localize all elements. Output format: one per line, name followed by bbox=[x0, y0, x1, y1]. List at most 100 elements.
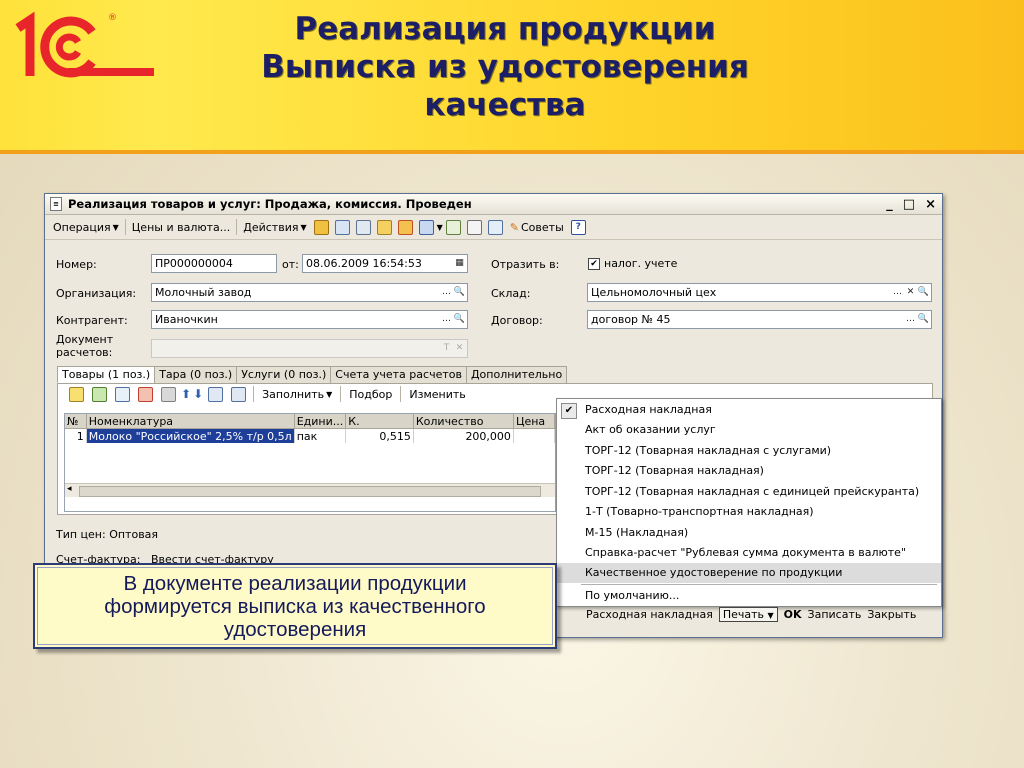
maximize-button[interactable]: □ bbox=[903, 197, 915, 212]
menu-item-waybill[interactable]: ✔ Расходная накладная bbox=[557, 400, 941, 420]
date-value: 08.06.2009 16:54:53 bbox=[306, 257, 422, 270]
selection-button[interactable]: Подбор bbox=[345, 388, 396, 401]
tab-additional[interactable]: Дополнительно bbox=[465, 366, 568, 383]
warehouse-field[interactable]: Цельномолочный цех … ✕ 🔍 bbox=[587, 283, 932, 302]
save-button[interactable]: Записать bbox=[808, 608, 862, 621]
contract-field[interactable]: договор № 45 … 🔍 bbox=[587, 310, 932, 329]
edit-row-icon[interactable] bbox=[115, 386, 130, 402]
menu-item-torg12-services[interactable]: ТОРГ-12 (Товарная накладная с услугами) bbox=[557, 441, 941, 461]
contractor-field[interactable]: Иваночкин … 🔍 bbox=[151, 310, 468, 329]
change-button[interactable]: Изменить bbox=[405, 388, 469, 401]
tab-goods[interactable]: Товары (1 поз.) bbox=[57, 366, 156, 383]
tax-accounting-checkbox[interactable]: ✔ налог. учете bbox=[588, 257, 677, 270]
structure-icon[interactable] bbox=[397, 219, 413, 235]
menu-item-1t-ttn[interactable]: 1-Т (Товарно-транспортная накладная) bbox=[557, 502, 941, 522]
post-document-icon[interactable] bbox=[313, 219, 329, 235]
slide-title-line-1: Реализация продукции bbox=[294, 11, 716, 47]
tab-services[interactable]: Услуги (0 поз.) bbox=[236, 366, 332, 383]
select-ellipsis-icon[interactable]: … bbox=[440, 312, 453, 327]
ok-button[interactable]: OK bbox=[784, 608, 802, 621]
unpost-document-icon[interactable] bbox=[334, 219, 350, 235]
help-icon[interactable]: ? bbox=[570, 219, 586, 235]
date-field[interactable]: 08.06.2009 16:54:53 ▦ bbox=[302, 254, 468, 273]
actions-menu-button[interactable]: Действия ▼ bbox=[239, 221, 310, 234]
scrollbar-thumb[interactable] bbox=[79, 486, 541, 497]
fill-menu-button[interactable]: Заполнить ▼ bbox=[258, 388, 336, 401]
sort-desc-icon[interactable] bbox=[231, 386, 247, 402]
menu-item-services-act[interactable]: Акт об оказании услуг bbox=[557, 420, 941, 440]
menu-item-torg12[interactable]: ТОРГ-12 (Товарная накладная) bbox=[557, 461, 941, 481]
organization-field[interactable]: Молочный завод … 🔍 bbox=[151, 283, 468, 302]
tips-button[interactable]: ✎ Советы bbox=[506, 221, 568, 234]
table-header-row: № Номенклатура Едини... К. Количество Це… bbox=[65, 414, 555, 429]
tab-settlement-accounts[interactable]: Счета учета расчетов bbox=[330, 366, 467, 383]
close-button[interactable]: × bbox=[925, 197, 936, 212]
movements-icon[interactable] bbox=[376, 219, 392, 235]
copy-document-icon[interactable] bbox=[355, 219, 371, 235]
select-ellipsis-icon[interactable]: … bbox=[904, 312, 917, 327]
number-field[interactable]: ПР000000004 bbox=[151, 254, 277, 273]
cell-quantity[interactable]: 200,000 bbox=[413, 428, 514, 443]
copy-row-icon[interactable] bbox=[92, 386, 107, 402]
open-magnifier-icon[interactable]: 🔍 bbox=[917, 312, 930, 327]
cell-nomenclature[interactable]: Молоко "Российское" 2,5% т/р 0,5л bbox=[86, 428, 295, 443]
add-row-icon[interactable] bbox=[69, 386, 84, 402]
move-down-icon[interactable]: ⬇ bbox=[193, 387, 203, 401]
horizontal-scrollbar[interactable]: ◂ bbox=[65, 483, 555, 497]
column-header-unit[interactable]: Едини... bbox=[294, 414, 347, 429]
scroll-left-icon[interactable]: ◂ bbox=[67, 484, 72, 494]
menu-item-m15[interactable]: М-15 (Накладная) bbox=[557, 523, 941, 543]
column-header-number[interactable]: № bbox=[65, 414, 87, 429]
cell-coefficient[interactable]: 0,515 bbox=[345, 428, 414, 443]
main-toolbar: Операция ▼ Цены и валюта... Действия ▼ ▼ ✎… bbox=[45, 215, 942, 240]
column-header-nomenclature[interactable]: Номенклатура bbox=[86, 414, 295, 429]
toolbar-separator bbox=[236, 219, 238, 235]
waybill-button[interactable]: Расходная накладная bbox=[586, 608, 713, 621]
open-magnifier-icon[interactable]: 🔍 bbox=[453, 285, 466, 300]
end-edit-icon[interactable] bbox=[161, 386, 176, 402]
open-magnifier-icon[interactable]: 🔍 bbox=[453, 312, 466, 327]
clear-x-icon[interactable]: ✕ bbox=[904, 285, 917, 300]
contract-label: Договор: bbox=[491, 314, 543, 327]
callout-inner-border: В документе реализации продукции формиру… bbox=[37, 567, 553, 645]
date-from-label: от: bbox=[282, 258, 299, 271]
sort-asc-icon[interactable] bbox=[208, 386, 224, 402]
column-header-price[interactable]: Цена bbox=[513, 414, 555, 429]
tab-containers[interactable]: Тара (0 поз.) bbox=[154, 366, 238, 383]
open-magnifier-icon[interactable]: 🔍 bbox=[917, 285, 930, 300]
select-ellipsis-icon[interactable]: … bbox=[440, 285, 453, 300]
menu-item-default[interactable]: По умолчанию... bbox=[557, 586, 941, 606]
spelling-icon[interactable] bbox=[445, 219, 461, 235]
menu-item-torg12-price-unit[interactable]: ТОРГ-12 (Товарная накладная с единицей п… bbox=[557, 482, 941, 502]
calendar-icon[interactable]: ▦ bbox=[453, 256, 466, 271]
print-menu-button[interactable]: Печать ▼ bbox=[718, 607, 778, 622]
select-ellipsis-icon[interactable]: … bbox=[891, 285, 904, 300]
table-row[interactable]: 1 Молоко "Российское" 2,5% т/р 0,5л пак … bbox=[65, 428, 555, 443]
menu-item-quality-certificate[interactable]: Качественное удостоверение по продукции bbox=[557, 563, 941, 583]
1c-logo: ® bbox=[15, 11, 154, 78]
hierarchy-icon[interactable] bbox=[487, 219, 503, 235]
print-dropdown-menu: ✔ Расходная накладная Акт об оказании усл… bbox=[556, 398, 942, 607]
menu-item-ruble-sum-reference[interactable]: Справка-расчет "Рублевая сумма документа… bbox=[557, 543, 941, 563]
cell-unit[interactable]: пак bbox=[294, 428, 347, 443]
column-header-quantity[interactable]: Количество bbox=[413, 414, 514, 429]
delete-row-icon[interactable] bbox=[138, 386, 153, 402]
column-header-coefficient[interactable]: К. bbox=[345, 414, 414, 429]
checkmark-icon: ✔ bbox=[561, 403, 577, 419]
settlement-document-field[interactable]: T ✕ bbox=[151, 339, 468, 358]
window-titlebar[interactable]: ≡ Реализация товаров и услуг: Продажа, к… bbox=[45, 194, 942, 215]
move-up-icon[interactable]: ⬆ bbox=[181, 387, 191, 401]
checkbox-checked-icon: ✔ bbox=[588, 258, 600, 270]
enter-based-on-icon[interactable] bbox=[418, 219, 434, 235]
cell-price[interactable] bbox=[513, 428, 555, 443]
close-form-button[interactable]: Закрыть bbox=[867, 608, 916, 621]
goods-table[interactable]: № Номенклатура Едини... К. Количество Це… bbox=[64, 413, 556, 512]
slide-header: ® Реализация продукции Выписка из удосто… bbox=[0, 0, 1024, 150]
report-icon[interactable] bbox=[466, 219, 482, 235]
minimize-button[interactable]: _ bbox=[886, 197, 893, 212]
reflect-in-label: Отразить в: bbox=[491, 258, 560, 271]
prices-currency-button[interactable]: Цены и валюта... bbox=[128, 221, 234, 234]
dropdown-arrow-icon[interactable]: ▼ bbox=[437, 223, 443, 232]
operation-menu-button[interactable]: Операция ▼ bbox=[49, 221, 123, 234]
organization-value: Молочный завод bbox=[155, 286, 252, 299]
